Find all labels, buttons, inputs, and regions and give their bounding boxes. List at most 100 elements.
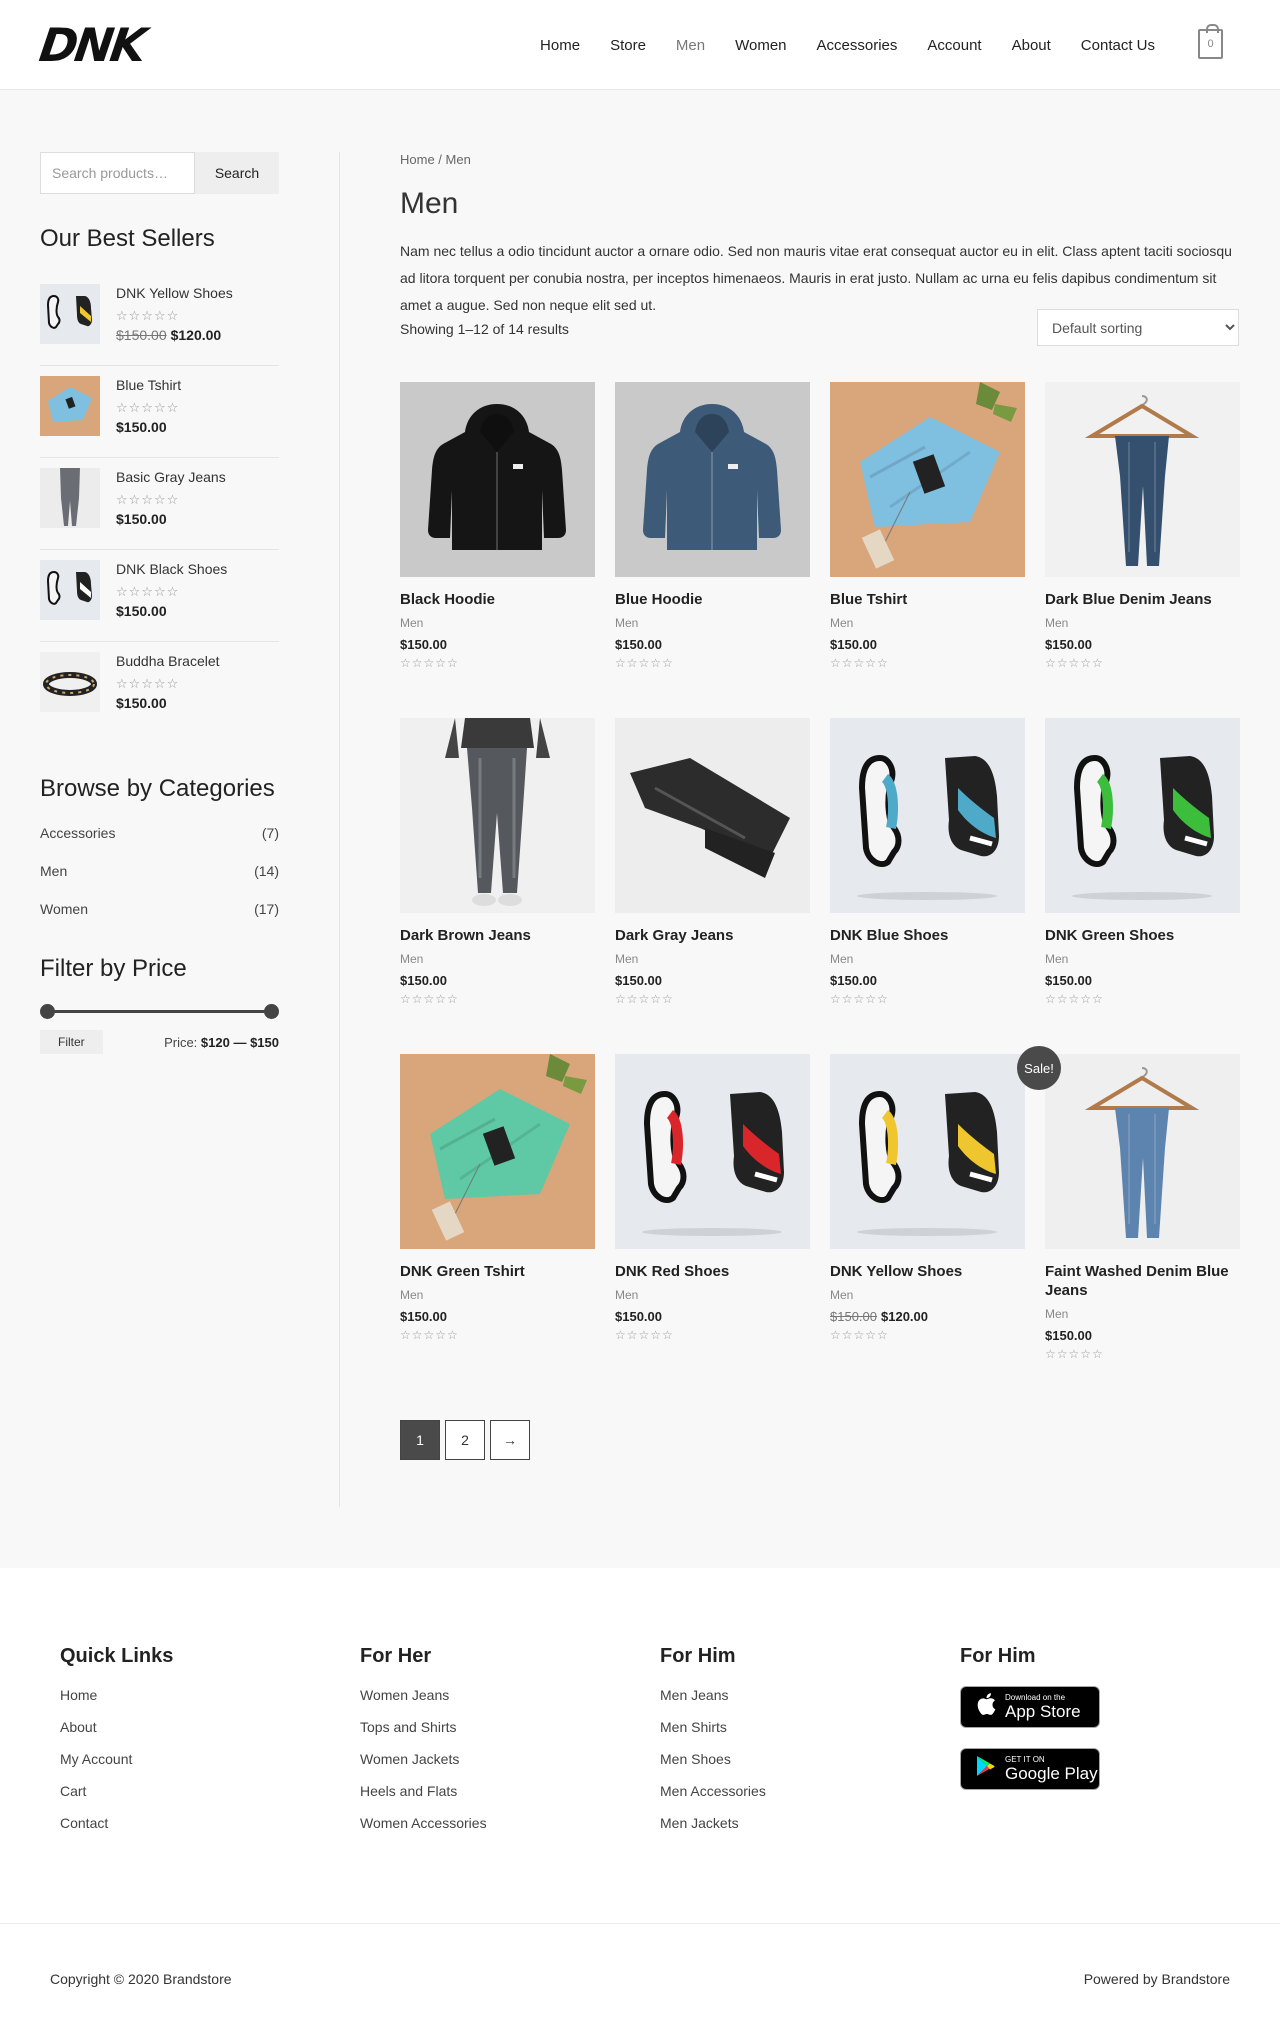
nav-men[interactable]: Men [676,36,705,56]
category-name[interactable]: Accessories [40,824,115,842]
product-title[interactable]: DNK Yellow Shoes [830,1262,1025,1281]
footer-link-men-jeans[interactable]: Men Jeans [660,1686,910,1704]
product-card[interactable]: Sale! DNK Yellow Shoes Men $150.00 $120.0… [830,1046,1061,1390]
filter-button[interactable]: Filter [40,1030,103,1054]
best-seller-name[interactable]: DNK Black Shoes [116,560,227,578]
product-image[interactable] [615,718,810,913]
best-seller-thumbnail[interactable] [40,376,100,436]
cart-icon[interactable]: 0 [1198,24,1223,59]
product-title[interactable]: Dark Blue Denim Jeans [1045,590,1240,609]
category-item-accessories[interactable]: Accessories (7) [40,824,279,842]
product-card[interactable]: Faint Washed Denim Blue Jeans Men $150.0… [1045,1054,1240,1390]
best-seller-item[interactable]: DNK Black Shoes ☆☆☆☆☆ $150.00 [40,550,279,642]
best-seller-item[interactable]: DNK Yellow Shoes ☆☆☆☆☆ $150.00 $120.00 [40,274,279,366]
footer-link-home[interactable]: Home [60,1686,310,1704]
footer-link-cart[interactable]: Cart [60,1782,310,1800]
footer-link-contact[interactable]: Contact [60,1814,310,1832]
product-card[interactable]: Dark Gray Jeans Men $150.00 ☆☆☆☆☆ [615,718,810,1054]
search-input[interactable] [40,152,195,194]
product-title[interactable]: DNK Green Tshirt [400,1262,595,1281]
nav-accessories[interactable]: Accessories [817,36,898,56]
category-item-women[interactable]: Women (17) [40,900,279,918]
best-seller-item[interactable]: Basic Gray Jeans ☆☆☆☆☆ $150.00 [40,458,279,550]
google-play-icon [975,1755,997,1783]
category-name[interactable]: Women [40,900,88,918]
best-seller-name[interactable]: Buddha Bracelet [116,652,220,670]
footer-link-women-jeans[interactable]: Women Jeans [360,1686,610,1704]
best-seller-price: $150.00 [116,695,167,711]
product-title[interactable]: DNK Blue Shoes [830,926,1025,945]
product-image[interactable] [1045,382,1240,577]
product-card[interactable]: Dark Blue Denim Jeans Men $150.00 ☆☆☆☆☆ [1045,382,1240,718]
nav-about[interactable]: About [1012,36,1051,56]
page-1-button[interactable]: 1 [400,1420,440,1460]
product-card[interactable]: DNK Red Shoes Men $150.00 ☆☆☆☆☆ [615,1054,810,1390]
rating-stars: ☆☆☆☆☆ [830,992,889,1006]
product-card[interactable]: Blue Hoodie Men $150.00 ☆☆☆☆☆ [615,382,810,718]
google-play-badge[interactable]: GET IT ON Google Play [960,1748,1100,1790]
best-seller-name[interactable]: DNK Yellow Shoes [116,284,233,302]
product-card[interactable]: Dark Brown Jeans Men $150.00 ☆☆☆☆☆ [400,718,595,1054]
product-title[interactable]: Dark Brown Jeans [400,926,595,945]
product-title[interactable]: DNK Green Shoes [1045,926,1240,945]
footer-link-men-jackets[interactable]: Men Jackets [660,1814,910,1832]
nav-women[interactable]: Women [735,36,786,56]
product-title[interactable]: DNK Red Shoes [615,1262,810,1281]
nav-home[interactable]: Home [540,36,580,56]
product-title[interactable]: Faint Washed Denim Blue Jeans [1045,1262,1240,1300]
search-button[interactable]: Search [195,152,279,194]
next-page-button[interactable]: → [490,1420,530,1460]
price-slider[interactable] [40,1004,279,1020]
app-store-badge[interactable]: Download on the App Store [960,1686,1100,1728]
rating-stars: ☆☆☆☆☆ [1045,1347,1104,1361]
price-slider-max-handle[interactable] [264,1004,279,1019]
footer-link-women-jackets[interactable]: Women Jackets [360,1750,610,1768]
best-seller-thumbnail[interactable] [40,652,100,712]
best-seller-thumbnail[interactable] [40,560,100,620]
product-image[interactable] [830,382,1025,577]
product-image[interactable] [400,1054,595,1249]
product-card[interactable]: DNK Green Tshirt Men $150.00 ☆☆☆☆☆ [400,1054,595,1390]
product-title[interactable]: Black Hoodie [400,590,595,609]
product-card[interactable]: DNK Blue Shoes Men $150.00 ☆☆☆☆☆ [830,718,1025,1054]
footer-link-men-accessories[interactable]: Men Accessories [660,1782,910,1800]
category-item-men[interactable]: Men (14) [40,862,279,880]
product-title[interactable]: Blue Tshirt [830,590,1025,609]
footer-link-tops-and-shirts[interactable]: Tops and Shirts [360,1718,610,1736]
product-title[interactable]: Dark Gray Jeans [615,926,810,945]
best-seller-item[interactable]: Blue Tshirt ☆☆☆☆☆ $150.00 [40,366,279,458]
product-card[interactable]: Blue Tshirt Men $150.00 ☆☆☆☆☆ [830,382,1025,718]
best-seller-thumbnail[interactable] [40,468,100,528]
product-image[interactable] [615,382,810,577]
footer-link-about[interactable]: About [60,1718,310,1736]
nav-account[interactable]: Account [927,36,981,56]
site-logo[interactable]: DNK [36,18,147,72]
product-title[interactable]: Blue Hoodie [615,590,810,609]
product-image[interactable] [830,1054,1025,1249]
sort-select[interactable]: Default sorting [1037,309,1239,346]
product-image[interactable] [830,718,1025,913]
best-seller-name[interactable]: Basic Gray Jeans [116,468,226,486]
nav-store[interactable]: Store [610,36,646,56]
footer-link-men-shirts[interactable]: Men Shirts [660,1718,910,1736]
product-category: Men [400,1288,424,1302]
best-seller-thumbnail[interactable] [40,284,100,344]
product-card[interactable]: DNK Green Shoes Men $150.00 ☆☆☆☆☆ [1045,718,1240,1054]
price-slider-min-handle[interactable] [40,1004,55,1019]
product-image[interactable] [615,1054,810,1249]
product-image[interactable] [400,382,595,577]
footer-link-women-accessories[interactable]: Women Accessories [360,1814,610,1832]
nav-contact-us[interactable]: Contact Us [1081,36,1155,56]
footer-link-men-shoes[interactable]: Men Shoes [660,1750,910,1768]
product-image[interactable] [400,718,595,913]
category-name[interactable]: Men [40,862,67,880]
product-image[interactable] [1045,718,1240,913]
footer-link-heels-and-flats[interactable]: Heels and Flats [360,1782,610,1800]
product-card[interactable]: Black Hoodie Men $150.00 ☆☆☆☆☆ [400,382,595,718]
product-image[interactable] [1045,1054,1240,1249]
best-seller-name[interactable]: Blue Tshirt [116,376,181,394]
product-grid: Black Hoodie Men $150.00 ☆☆☆☆☆ Blue Hood… [400,382,1240,1390]
best-seller-item[interactable]: Buddha Bracelet ☆☆☆☆☆ $150.00 [40,642,279,734]
page-2-button[interactable]: 2 [445,1420,485,1460]
footer-link-my-account[interactable]: My Account [60,1750,310,1768]
